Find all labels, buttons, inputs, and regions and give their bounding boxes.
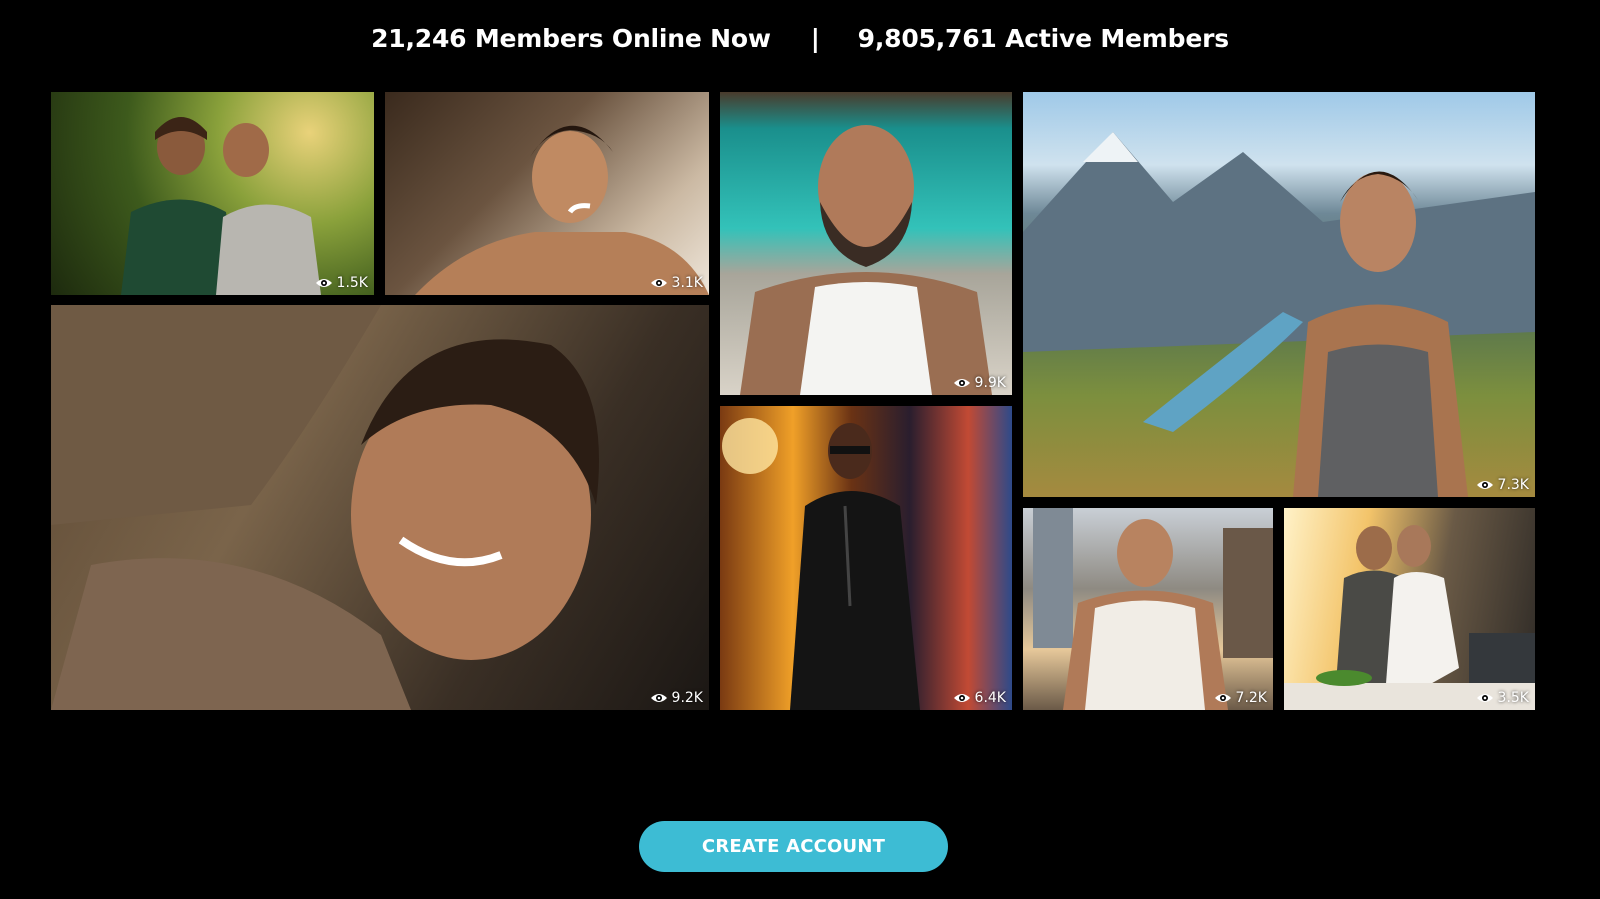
view-count-label: 6.4K: [974, 690, 1006, 706]
create-account-button[interactable]: CREATE ACCOUNT: [639, 821, 948, 872]
active-members-count: 9,805,761 Active Members: [857, 23, 1229, 53]
view-count-label: 9.9K: [974, 375, 1006, 391]
profile-photo-tile[interactable]: 6.4K: [720, 406, 1012, 710]
view-count-label: 1.5K: [336, 275, 368, 291]
profile-photo: [51, 92, 374, 295]
eye-icon: [953, 379, 970, 387]
landing-page: 21,246 Members Online Now | 9,805,761 Ac…: [0, 0, 1600, 899]
profile-photo: [385, 92, 709, 295]
view-count-label: 9.2K: [671, 690, 703, 706]
eye-icon: [650, 279, 667, 287]
eye-icon: [650, 694, 667, 702]
profile-photo-tile[interactable]: 9.9K: [720, 92, 1012, 395]
eye-icon: [1214, 694, 1231, 702]
profile-photo-tile[interactable]: 1.5K: [51, 92, 374, 295]
profile-photo-tile[interactable]: 9.2K: [51, 305, 709, 710]
profile-photo-tile[interactable]: 3.1K: [385, 92, 709, 295]
profile-photo: [1284, 508, 1535, 710]
view-count: 9.2K: [650, 690, 703, 706]
view-count: 3.5K: [1476, 690, 1529, 706]
profile-photo: [1023, 92, 1535, 497]
profile-photo: [720, 92, 1012, 395]
view-count: 3.1K: [650, 275, 703, 291]
view-count-label: 3.1K: [671, 275, 703, 291]
eye-icon: [953, 694, 970, 702]
members-online-count: 21,246 Members Online Now: [371, 23, 771, 53]
view-count: 6.4K: [953, 690, 1006, 706]
profile-photo-tile[interactable]: 7.3K: [1023, 92, 1535, 497]
stats-separator: |: [810, 23, 820, 53]
view-count: 1.5K: [315, 275, 368, 291]
view-count-label: 7.2K: [1235, 690, 1267, 706]
eye-icon: [1476, 481, 1493, 489]
view-count-label: 7.3K: [1497, 477, 1529, 493]
eye-icon: [315, 279, 332, 287]
profile-photo: [51, 305, 709, 710]
profile-photo: [1023, 508, 1273, 710]
view-count: 9.9K: [953, 375, 1006, 391]
profile-photo-tile[interactable]: 7.2K: [1023, 508, 1273, 710]
profile-photo: [720, 406, 1012, 710]
member-stats: 21,246 Members Online Now | 9,805,761 Ac…: [0, 18, 1600, 58]
view-count-label: 3.5K: [1497, 690, 1529, 706]
profile-photo-tile[interactable]: 3.5K: [1284, 508, 1535, 710]
view-count: 7.2K: [1214, 690, 1267, 706]
view-count: 7.3K: [1476, 477, 1529, 493]
eye-icon: [1476, 694, 1493, 702]
